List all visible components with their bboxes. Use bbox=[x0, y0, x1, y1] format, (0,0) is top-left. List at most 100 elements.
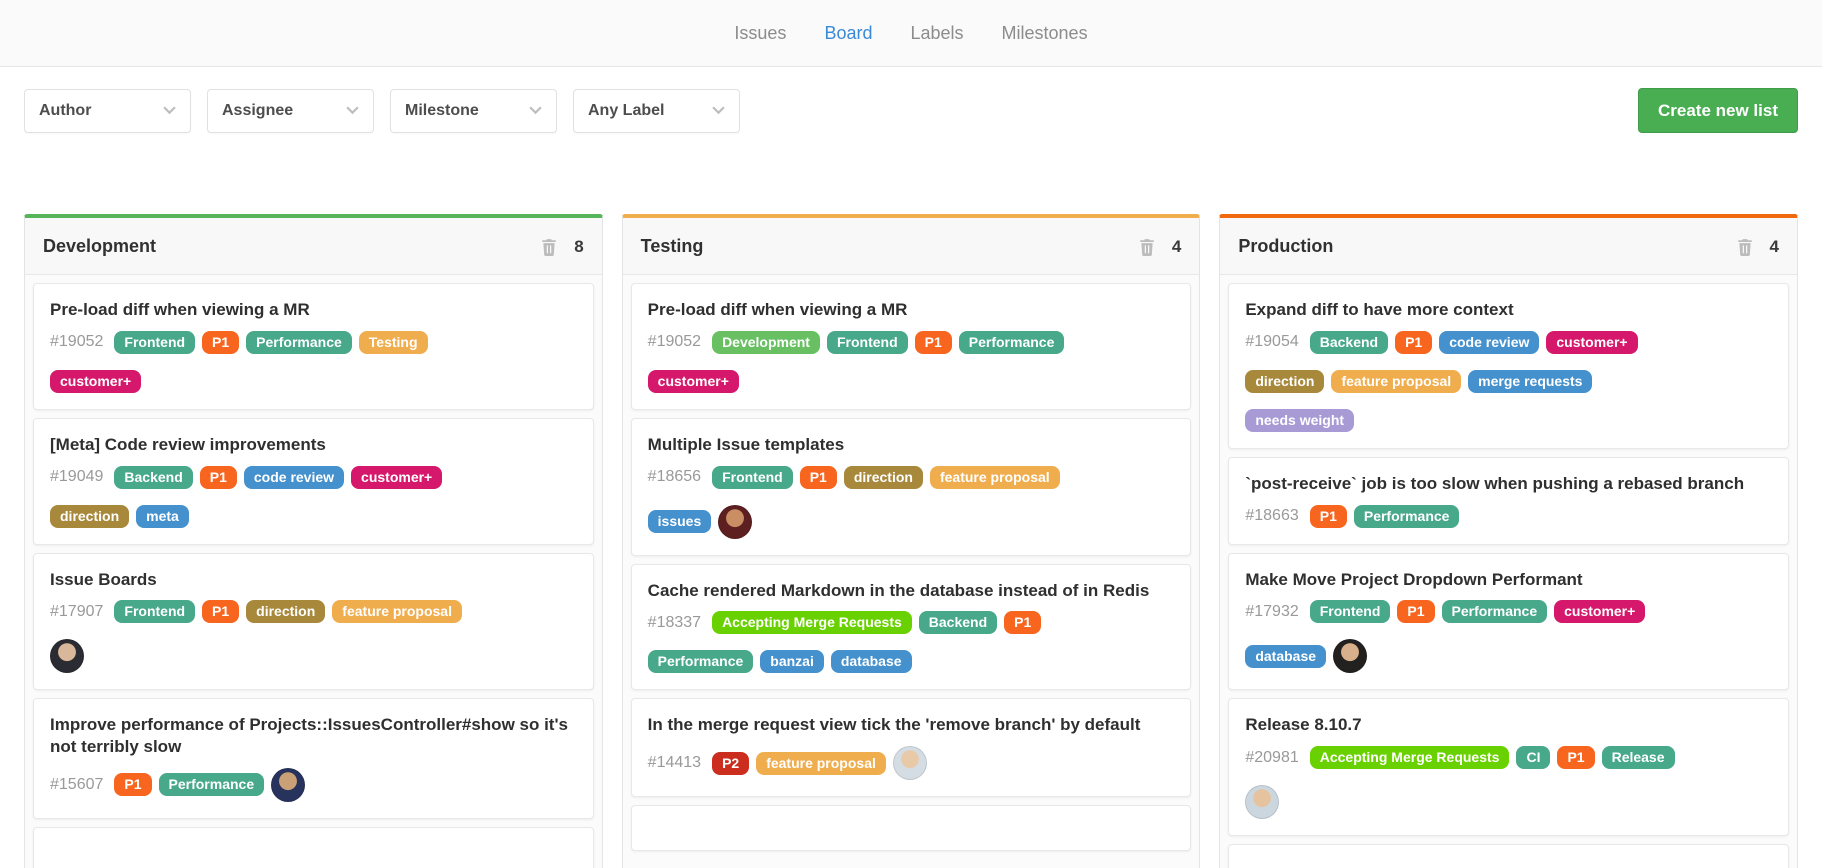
assignee-avatar[interactable] bbox=[50, 639, 84, 673]
milestone-filter-dropdown[interactable]: Milestone bbox=[390, 89, 557, 133]
assignee-avatar[interactable] bbox=[1245, 785, 1279, 819]
project-tabs: Issues Board Labels Milestones bbox=[0, 0, 1822, 67]
tab-issues[interactable]: Issues bbox=[734, 23, 786, 44]
issue-card[interactable]: In the merge request view tick the 'remo… bbox=[631, 698, 1192, 797]
label-pill[interactable]: P1 bbox=[1397, 600, 1434, 623]
issue-card[interactable]: Multiple Issue templates#18656FrontendP1… bbox=[631, 418, 1192, 556]
delete-list-button[interactable] bbox=[1136, 238, 1158, 256]
label-pill[interactable]: P1 bbox=[915, 331, 952, 354]
label-pill[interactable]: direction bbox=[844, 466, 923, 489]
label-pill[interactable]: database bbox=[831, 650, 912, 673]
label-pill[interactable]: P1 bbox=[1557, 746, 1594, 769]
label-pill[interactable]: P1 bbox=[800, 466, 837, 489]
label-pill[interactable]: feature proposal bbox=[930, 466, 1060, 489]
label-pill[interactable]: P1 bbox=[202, 331, 239, 354]
label-pill[interactable]: feature proposal bbox=[332, 600, 462, 623]
label-pill[interactable]: feature proposal bbox=[1331, 370, 1461, 393]
tab-milestones[interactable]: Milestones bbox=[1002, 23, 1088, 44]
label-pill[interactable]: Testing bbox=[359, 331, 428, 354]
label-pill[interactable]: Performance bbox=[1354, 505, 1460, 528]
label-pill[interactable]: Development bbox=[712, 331, 820, 354]
label-filter-dropdown[interactable]: Any Label bbox=[573, 89, 740, 133]
issue-card[interactable]: Improve performance of Projects::IssuesC… bbox=[33, 698, 594, 819]
label-pill[interactable]: customer+ bbox=[1546, 331, 1637, 354]
label-pill[interactable]: direction bbox=[246, 600, 325, 623]
label-pill[interactable]: P2 bbox=[712, 752, 749, 775]
label-pill[interactable]: Frontend bbox=[114, 600, 195, 623]
label-pill[interactable]: Frontend bbox=[114, 331, 195, 354]
assignee-avatar[interactable] bbox=[893, 746, 927, 780]
issue-title[interactable]: Issue Boards bbox=[50, 569, 577, 591]
issue-card[interactable]: [Meta] Code review improvements#19049Bac… bbox=[33, 418, 594, 545]
create-new-list-button[interactable]: Create new list bbox=[1638, 88, 1798, 133]
issue-card[interactable]: Expand diff to have more context#19054Ba… bbox=[1228, 283, 1789, 449]
label-pill[interactable]: Performance bbox=[1442, 600, 1548, 623]
author-filter-dropdown[interactable]: Author bbox=[24, 89, 191, 133]
label-pill[interactable]: Frontend bbox=[1310, 600, 1391, 623]
label-pill[interactable]: CI bbox=[1516, 746, 1550, 769]
issue-title[interactable]: Improve performance of Projects::IssuesC… bbox=[50, 714, 577, 758]
issue-card[interactable]: Pre-load diff when viewing a MR#19052Fro… bbox=[33, 283, 594, 410]
label-pill[interactable]: customer+ bbox=[648, 370, 739, 393]
label-pill[interactable]: Release bbox=[1602, 746, 1675, 769]
label-pill[interactable]: merge requests bbox=[1468, 370, 1592, 393]
assignee-filter-dropdown[interactable]: Assignee bbox=[207, 89, 374, 133]
label-pill[interactable]: banzai bbox=[760, 650, 824, 673]
issue-card-partial[interactable] bbox=[1228, 844, 1789, 868]
issue-card-partial[interactable] bbox=[631, 805, 1192, 851]
tab-labels[interactable]: Labels bbox=[910, 23, 963, 44]
label-pill[interactable]: P1 bbox=[1310, 505, 1347, 528]
label-pill[interactable]: P1 bbox=[114, 773, 151, 796]
assignee-avatar[interactable] bbox=[718, 505, 752, 539]
label-pill[interactable]: P1 bbox=[200, 466, 237, 489]
delete-list-button[interactable] bbox=[538, 238, 560, 256]
label-pill[interactable]: needs weight bbox=[1245, 409, 1354, 432]
issue-title[interactable]: [Meta] Code review improvements bbox=[50, 434, 577, 456]
label-pill[interactable]: code review bbox=[1439, 331, 1539, 354]
label-pill[interactable]: P1 bbox=[1395, 331, 1432, 354]
label-pill[interactable]: Performance bbox=[648, 650, 754, 673]
label-pill[interactable]: P1 bbox=[1004, 611, 1041, 634]
label-pill[interactable]: Backend bbox=[919, 611, 997, 634]
issue-card[interactable]: Issue Boards#17907FrontendP1directionfea… bbox=[33, 553, 594, 691]
label-pill[interactable]: Accepting Merge Requests bbox=[1310, 746, 1510, 769]
issue-card[interactable]: Release 8.10.7#20981Accepting Merge Requ… bbox=[1228, 698, 1789, 836]
issue-title[interactable]: Cache rendered Markdown in the database … bbox=[648, 580, 1175, 602]
label-pill[interactable]: customer+ bbox=[1554, 600, 1645, 623]
label-pill[interactable]: customer+ bbox=[351, 466, 442, 489]
issue-title[interactable]: Pre-load diff when viewing a MR bbox=[50, 299, 577, 321]
issue-card[interactable]: Cache rendered Markdown in the database … bbox=[631, 564, 1192, 691]
label-pill[interactable]: Backend bbox=[114, 466, 192, 489]
label-pill[interactable]: Performance bbox=[159, 773, 265, 796]
label-pill[interactable]: code review bbox=[244, 466, 344, 489]
issue-title[interactable]: Release 8.10.7 bbox=[1245, 714, 1772, 736]
label-pill[interactable]: feature proposal bbox=[756, 752, 886, 775]
issue-title[interactable]: In the merge request view tick the 'remo… bbox=[648, 714, 1175, 736]
issue-title[interactable]: `post-receive` job is too slow when push… bbox=[1245, 473, 1772, 495]
label-pill[interactable]: Backend bbox=[1310, 331, 1388, 354]
tab-board[interactable]: Board bbox=[824, 23, 872, 44]
label-pill[interactable]: Frontend bbox=[712, 466, 793, 489]
issue-card-partial[interactable] bbox=[33, 827, 594, 868]
issue-title[interactable]: Expand diff to have more context bbox=[1245, 299, 1772, 321]
label-pill[interactable]: Frontend bbox=[827, 331, 908, 354]
label-pill[interactable]: Performance bbox=[959, 331, 1065, 354]
label-pill[interactable]: Performance bbox=[246, 331, 352, 354]
label-pill[interactable]: direction bbox=[1245, 370, 1324, 393]
issue-card[interactable]: `post-receive` job is too slow when push… bbox=[1228, 457, 1789, 545]
label-pill[interactable]: P1 bbox=[202, 600, 239, 623]
assignee-avatar[interactable] bbox=[271, 768, 305, 802]
label-pill[interactable]: Accepting Merge Requests bbox=[712, 611, 912, 634]
issue-card[interactable]: Pre-load diff when viewing a MR#19052Dev… bbox=[631, 283, 1192, 410]
issue-card[interactable]: Make Move Project Dropdown Performant#17… bbox=[1228, 553, 1789, 691]
label-pill[interactable]: direction bbox=[50, 505, 129, 528]
issue-title[interactable]: Make Move Project Dropdown Performant bbox=[1245, 569, 1772, 591]
label-pill[interactable]: meta bbox=[136, 505, 189, 528]
delete-list-button[interactable] bbox=[1734, 238, 1756, 256]
label-pill[interactable]: issues bbox=[648, 510, 712, 533]
issue-title[interactable]: Pre-load diff when viewing a MR bbox=[648, 299, 1175, 321]
label-pill[interactable]: customer+ bbox=[50, 370, 141, 393]
label-pill[interactable]: database bbox=[1245, 645, 1326, 668]
issue-title[interactable]: Multiple Issue templates bbox=[648, 434, 1175, 456]
assignee-avatar[interactable] bbox=[1333, 639, 1367, 673]
